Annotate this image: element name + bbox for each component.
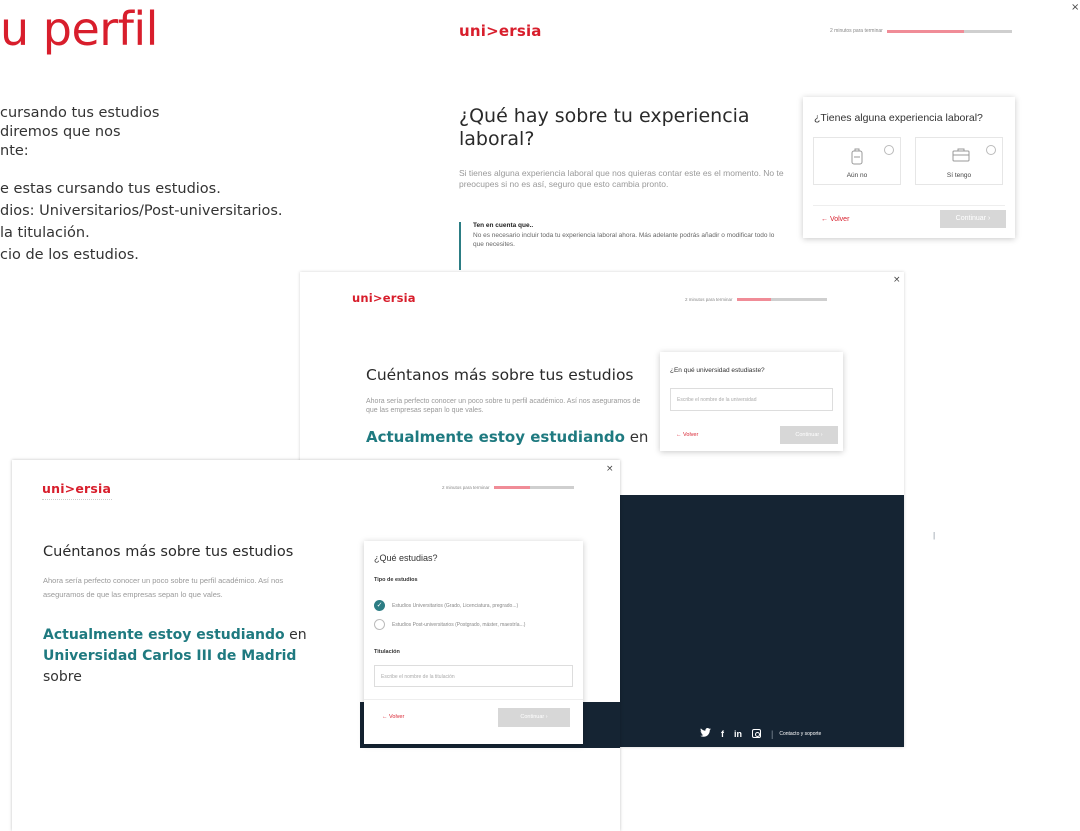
page-description: Ahora sería perfecto conocer un poco sob… (366, 398, 641, 414)
continue-button[interactable]: Continuar › (780, 426, 838, 444)
progress-label: 2 minutos para terminar (685, 297, 733, 302)
info-note: Ten en cuenta que.. No es necesario incl… (459, 222, 779, 270)
divider (813, 205, 1005, 206)
background-line: cio de los estudios. (0, 247, 139, 263)
card-question: ¿Qué estudias? (374, 553, 438, 563)
page-title: ¿Qué hay sobre tu experiencia laboral? (459, 105, 750, 150)
progress-fill (493, 486, 530, 489)
option-label: Estudios Post-universitarios (Postgrado,… (392, 621, 526, 628)
university-card: ¿En qué universidad estudiaste? Escribe … (660, 352, 843, 451)
studying-sentence: Actualmente estoy estudiando en (366, 428, 648, 446)
continue-label: Continuar (955, 215, 987, 222)
studying-sentence: Actualmente estoy estudiando en Universi… (43, 625, 307, 688)
studies-card: ¿Qué estudias? Tipo de estudios ✓ Estudi… (364, 541, 583, 744)
progress-label: 2 minutos para terminar (830, 28, 883, 34)
page-title: Cuéntanos más sobre tus estudios (366, 366, 634, 384)
university-input[interactable]: Escribe el nombre de la universidad (670, 388, 833, 411)
background-title: u perfil (0, 2, 158, 56)
card-question: ¿En qué universidad estudiaste? (670, 367, 765, 374)
twitter-icon[interactable] (700, 728, 711, 739)
progress-indicator: 2 minutos para terminar (442, 485, 574, 490)
background-line: la titulación. (0, 225, 90, 241)
radio-button[interactable] (374, 619, 385, 630)
contact-support-link[interactable]: Contacto y soporte (779, 731, 821, 737)
option-label: Estudios Universitarios (Grado, Licencia… (392, 602, 519, 609)
page-description: Si tienes alguna experiencia laboral que… (459, 168, 784, 189)
footer-links: | Contacto y soporte (906, 529, 1015, 540)
briefcase-icon (952, 147, 970, 168)
university-name: Universidad Carlos III de Madrid (43, 648, 297, 664)
progress-indicator: 2 minutos para terminar (685, 297, 827, 302)
close-icon[interactable]: × (893, 275, 901, 285)
studying-en: en (289, 627, 307, 643)
progress-indicator: 2 minutos para terminar (830, 28, 1012, 34)
card-question: ¿Tienes alguna experiencia laboral? (814, 112, 983, 124)
footer-links: f in | Contacto y soporte (700, 728, 821, 739)
note-text: No es necesario incluir toda tu experien… (473, 232, 775, 248)
background-line: nte: (0, 143, 29, 159)
back-button[interactable]: ← Volver (821, 216, 849, 223)
progress-label: 2 minutos para terminar (442, 485, 490, 490)
option-no-experience[interactable]: Aún no (813, 137, 901, 185)
close-icon[interactable]: × (1071, 2, 1079, 13)
background-text: cursando tus estudios diremos que nos nt… (0, 104, 283, 265)
back-label: Volver (829, 216, 850, 223)
progress-bar (886, 29, 1012, 33)
close-icon[interactable]: × (606, 464, 614, 474)
degree-input[interactable]: Escribe el nombre de la titulación (374, 665, 573, 687)
back-label: Volver (683, 432, 699, 438)
check-icon: ✓ (374, 600, 385, 611)
studying-highlight: Actualmente estoy estudiando (366, 428, 625, 446)
progress-fill (736, 298, 771, 301)
instagram-icon[interactable] (752, 729, 761, 738)
studying-highlight: Actualmente estoy estudiando (43, 627, 285, 643)
back-button[interactable]: ← Volver (676, 432, 698, 438)
study-type-label: Tipo de estudios (374, 577, 418, 583)
radio-button[interactable] (884, 145, 894, 155)
studying-rest: sobre (43, 669, 82, 685)
back-button[interactable]: ← Volver (382, 714, 404, 720)
background-line: e estas cursando tus estudios. (0, 181, 221, 197)
facebook-icon[interactable]: f (721, 729, 724, 739)
studying-rest: en (629, 428, 649, 446)
backpack-icon (850, 147, 864, 170)
option-label: Sí tengo (946, 172, 972, 179)
note-title: Ten en cuenta que.. (473, 222, 534, 229)
separator: | (771, 728, 774, 739)
progress-bar (736, 298, 827, 301)
option-post-university-studies[interactable]: Estudios Post-universitarios (Postgrado,… (374, 619, 525, 630)
universia-logo: uni>ersia (459, 22, 542, 40)
continue-label: Continuar (520, 714, 545, 720)
background-line: cursando tus estudios (0, 105, 160, 121)
page-title: Cuéntanos más sobre tus estudios (43, 544, 294, 560)
background-line: diremos que nos (0, 124, 121, 140)
option-has-experience[interactable]: Sí tengo (915, 137, 1003, 185)
universia-logo: uni>ersia (42, 481, 112, 496)
progress-fill (886, 29, 965, 33)
continue-button[interactable]: Continuar › (498, 708, 570, 727)
option-university-studies[interactable]: ✓ Estudios Universitarios (Grado, Licenc… (374, 600, 518, 611)
continue-label: Continuar (795, 432, 820, 438)
radio-button[interactable] (986, 145, 996, 155)
experience-card: ¿Tienes alguna experiencia laboral? Aún … (803, 97, 1015, 238)
contact-support-link[interactable]: Contacto y soporte (943, 530, 1014, 540)
back-label: Volver (389, 714, 405, 720)
progress-bar (493, 486, 574, 489)
instagram-icon[interactable] (906, 529, 917, 540)
page-description: Ahora sería perfecto conocer un poco sob… (43, 576, 284, 599)
logo-tagline (42, 499, 112, 500)
linkedin-icon[interactable]: in (734, 729, 742, 739)
universia-logo: uni>ersia (352, 291, 416, 305)
continue-button[interactable]: Continuar › (940, 210, 1006, 228)
option-label: Aún no (846, 172, 868, 179)
divider (364, 699, 583, 700)
background-line: dios: Universitarios/Post-universitarios… (0, 203, 283, 219)
degree-label: Titulación (374, 649, 400, 655)
separator: | (933, 529, 936, 540)
